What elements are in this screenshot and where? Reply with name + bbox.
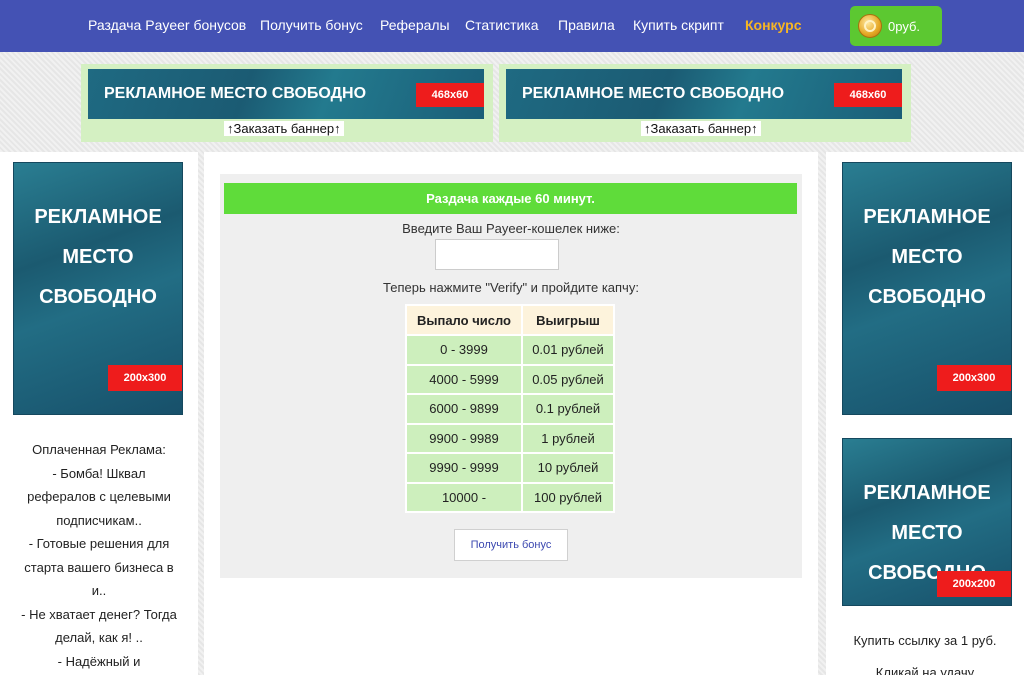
banner-line: РЕКЛАМНОЕ — [863, 206, 991, 228]
right-sidebar: РЕКЛАМНОЕ МЕСТО СВОБОДНО 200x300 РЕКЛАМН… — [826, 152, 1024, 675]
banner-size-tag: 200x300 — [108, 365, 182, 391]
table-row: 9900 - 9989 1 рублей — [407, 424, 613, 452]
top-banner-slot-1: РЕКЛАМНОЕ МЕСТО СВОБОДНО 468x60 ↑Заказат… — [81, 64, 493, 142]
bonus-panel: Раздача каждые 60 минут. Введите Ваш Pay… — [220, 174, 802, 578]
paid-ad-link[interactable]: делай, как я! .. — [0, 626, 198, 650]
distribution-header: Раздача каждые 60 минут. — [224, 183, 797, 214]
balance-value: 0руб. — [888, 18, 921, 34]
verify-prompt: Теперь нажмите "Verify" и пройдите капчу… — [383, 280, 639, 295]
reward-cell: 0.01 рублей — [523, 336, 613, 364]
paid-ad-link[interactable]: - Бомба! Шквал — [0, 462, 198, 486]
get-bonus-button[interactable]: Получить бонус — [454, 529, 568, 561]
nav-payeer-bonuses[interactable]: Раздача Payeer бонусов — [88, 17, 246, 33]
banner-line: МЕСТО — [891, 246, 963, 268]
paid-ads-list: Оплаченная Реклама: - Бомба! Шквал рефер… — [0, 438, 198, 673]
reward-cell: 0.1 рублей — [523, 395, 613, 423]
paid-ad-link[interactable]: - Надёжный и — [0, 650, 198, 674]
reward-cell: 10 рублей — [523, 454, 613, 482]
top-banner-slot-2: РЕКЛАМНОЕ МЕСТО СВОБОДНО 468x60 ↑Заказат… — [499, 64, 911, 142]
range-cell: 0 - 3999 — [407, 336, 521, 364]
main-content: Раздача каждые 60 минут. Введите Ваш Pay… — [204, 152, 818, 675]
banner-line: МЕСТО — [891, 522, 963, 544]
payeer-wallet-input[interactable] — [435, 239, 559, 270]
banner-line: РЕКЛАМНОЕ — [863, 482, 991, 504]
banner-size-tag: 468x60 — [416, 83, 484, 107]
banner-text: РЕКЛАМНОЕ МЕСТО СВОБОДНО — [522, 85, 785, 102]
banner-line: РЕКЛАМНОЕ — [34, 206, 162, 228]
table-row: 0 - 3999 0.01 рублей — [407, 336, 613, 364]
table-row: 4000 - 5999 0.05 рублей — [407, 365, 613, 393]
reward-cell: 100 рублей — [523, 483, 613, 511]
range-cell: 9900 - 9989 — [407, 424, 521, 452]
buy-link-text[interactable]: Купить ссылку за 1 руб. — [826, 633, 1024, 648]
banner-size-tag: 468x60 — [834, 83, 902, 107]
side-banner-ad-left[interactable]: РЕКЛАМНОЕ МЕСТО СВОБОДНО 200x300 — [13, 162, 183, 415]
wallet-prompt: Введите Ваш Payeer-кошелек ниже: — [402, 221, 620, 236]
order-banner-link[interactable]: ↑Заказать баннер↑ — [641, 121, 761, 136]
payout-table: Выпало число Выигрыш 0 - 3999 0.01 рубле… — [405, 304, 615, 513]
side-banner-ad-right-top[interactable]: РЕКЛАМНОЕ МЕСТО СВОБОДНО 200x300 — [842, 162, 1012, 415]
coin-icon — [858, 14, 882, 38]
top-banner-ad[interactable]: РЕКЛАМНОЕ МЕСТО СВОБОДНО 468x60 — [506, 69, 902, 119]
top-banner-ad[interactable]: РЕКЛАМНОЕ МЕСТО СВОБОДНО 468x60 — [88, 69, 484, 119]
nav-get-bonus[interactable]: Получить бонус — [260, 17, 363, 33]
column-header: Выигрыш — [523, 306, 613, 334]
table-row: 10000 - 100 рублей — [407, 483, 613, 511]
banner-text: РЕКЛАМНОЕ МЕСТО СВОБОДНО — [104, 85, 367, 102]
nav-contest[interactable]: Конкурс — [745, 17, 802, 33]
top-navigation: Раздача Payeer бонусов Получить бонус Ре… — [0, 0, 1024, 52]
banner-size-tag: 200x300 — [937, 365, 1011, 391]
range-cell: 10000 - — [407, 483, 521, 511]
column-header: Выпало число — [407, 306, 521, 334]
paid-ad-link[interactable]: подписчикам.. — [0, 509, 198, 533]
reward-cell: 0.05 рублей — [523, 365, 613, 393]
range-cell: 9990 - 9999 — [407, 454, 521, 482]
click-luck-link[interactable]: Кликай на удачу — [826, 665, 1024, 675]
paid-ads-title: Оплаченная Реклама: — [32, 442, 166, 457]
range-cell: 4000 - 5999 — [407, 365, 521, 393]
balance-button[interactable]: 0руб. — [850, 6, 942, 46]
range-cell: 6000 - 9899 — [407, 395, 521, 423]
reward-cell: 1 рублей — [523, 424, 613, 452]
table-row: 6000 - 9899 0.1 рублей — [407, 395, 613, 423]
banner-line: СВОБОДНО — [868, 286, 986, 308]
paid-ad-link[interactable]: - Готовые решения для — [0, 532, 198, 556]
nav-statistics[interactable]: Статистика — [465, 17, 539, 33]
nav-buy-script[interactable]: Купить скрипт — [633, 17, 724, 33]
left-sidebar: РЕКЛАМНОЕ МЕСТО СВОБОДНО 200x300 Оплачен… — [0, 152, 198, 675]
table-header-row: Выпало число Выигрыш — [407, 306, 613, 334]
table-row: 9990 - 9999 10 рублей — [407, 454, 613, 482]
banner-line: МЕСТО — [62, 246, 134, 268]
paid-ad-link[interactable]: и.. — [0, 579, 198, 603]
banner-size-tag: 200x200 — [937, 571, 1011, 597]
side-banner-ad-right-bottom[interactable]: РЕКЛАМНОЕ МЕСТО СВОБОДНО 200x200 — [842, 438, 1012, 606]
banner-line: СВОБОДНО — [39, 286, 157, 308]
paid-ad-link[interactable]: - Не хватает денег? Тогда — [0, 603, 198, 627]
paid-ad-link[interactable]: рефералов с целевыми — [0, 485, 198, 509]
order-banner-link[interactable]: ↑Заказать баннер↑ — [224, 121, 344, 136]
nav-rules[interactable]: Правила — [558, 17, 615, 33]
nav-referrals[interactable]: Рефералы — [380, 17, 450, 33]
paid-ad-link[interactable]: старта вашего бизнеса в — [0, 556, 198, 580]
